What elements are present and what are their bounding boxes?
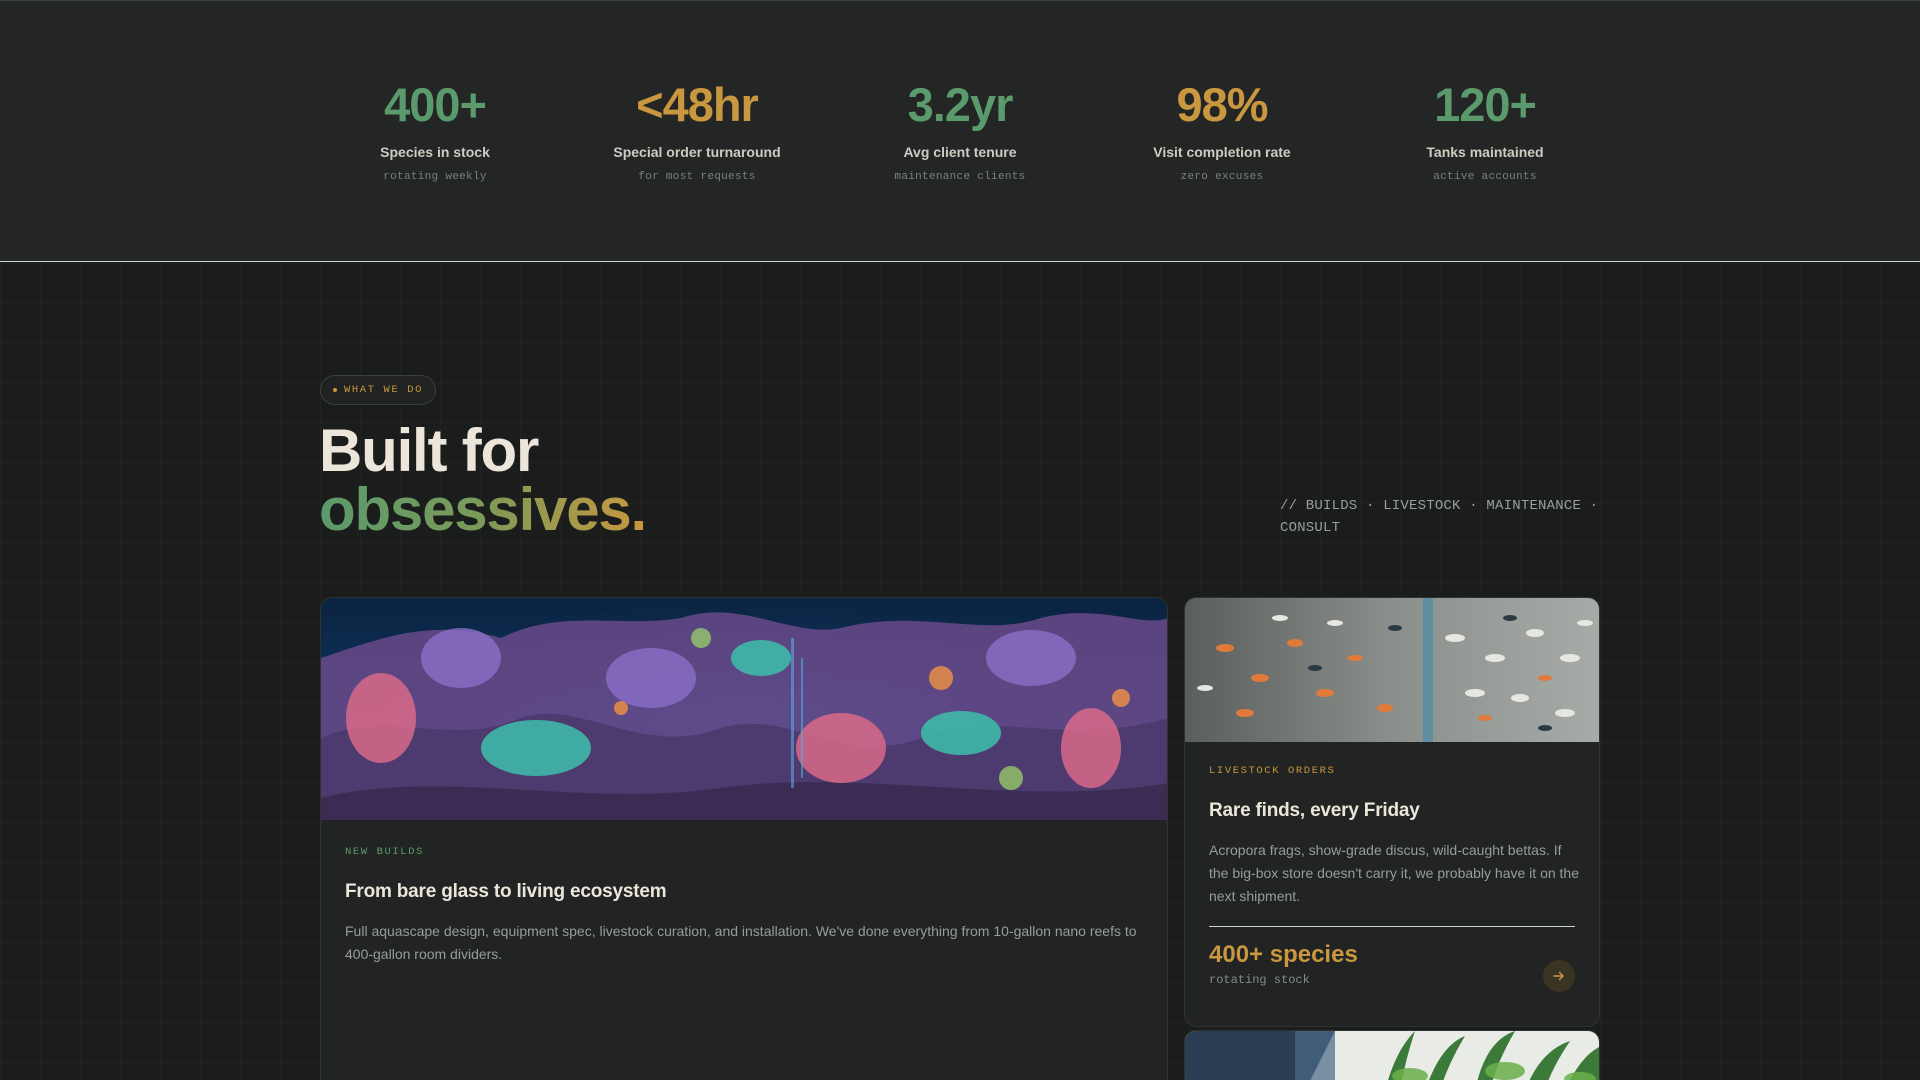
stat-label: Tanks maintained [1426, 144, 1544, 160]
stats-band: 400+ Species in stock rotating weekly <4… [0, 1, 1920, 262]
stat-value: 98% [1176, 78, 1268, 131]
fish-tank-image [1185, 598, 1599, 742]
livestock-arrow-button[interactable] [1543, 960, 1575, 992]
stat-label: Visit completion rate [1153, 144, 1291, 160]
section-tagline: // BUILDS · LIVESTOCK · MAINTENANCE · CO… [1280, 498, 1599, 536]
headline-line-1: Built for [319, 417, 539, 484]
card-kicker: LIVESTOCK ORDERS [1209, 765, 1336, 777]
stat-value: 3.2yr [907, 78, 1014, 131]
stat-value: <48hr [636, 78, 759, 131]
stat-note: rotating weekly [383, 171, 487, 183]
stat-note: zero excuses [1180, 171, 1264, 183]
card-stat-value: 400+ species [1209, 941, 1358, 968]
card-description: Acropora frags, show-grade discus, wild-… [1209, 842, 1579, 904]
stat-turnaround: <48hr Special order turnaround for most … [567, 78, 827, 184]
stat-tanks: 120+ Tanks maintained active accounts [1355, 78, 1615, 184]
what-we-do-section: WHAT WE DO Built for obsessives. // BUIL… [0, 263, 1920, 1080]
coral-reef-image [321, 598, 1167, 820]
stat-note: maintenance clients [894, 171, 1026, 183]
stat-label: Special order turnaround [613, 144, 781, 160]
stat-note: for most requests [638, 171, 756, 183]
card-title: Rare finds, every Friday [1209, 800, 1420, 821]
card-stat-note: rotating stock [1209, 973, 1310, 987]
planted-tank-image [1185, 1031, 1599, 1080]
stat-label: Species in stock [380, 144, 490, 160]
stat-label: Avg client tenure [903, 144, 1017, 160]
card-title: From bare glass to living ecosystem [345, 881, 667, 902]
arrow-right-icon [1553, 971, 1564, 981]
stat-note: active accounts [1433, 171, 1537, 183]
stat-value: 120+ [1434, 78, 1537, 131]
section-headline: Built for obsessives. [319, 417, 647, 543]
headline-line-2: obsessives. [319, 476, 647, 543]
section-eyebrow-badge: WHAT WE DO [320, 375, 437, 405]
stat-completion: 98% Visit completion rate zero excuses [1092, 78, 1352, 184]
stat-species: 400+ Species in stock rotating weekly [305, 78, 565, 184]
card-new-builds[interactable]: NEW BUILDS From bare glass to living eco… [320, 597, 1168, 1080]
card-livestock-orders[interactable]: LIVESTOCK ORDERS Rare finds, every Frida… [1184, 597, 1600, 1027]
stat-tenure: 3.2yr Avg client tenure maintenance clie… [830, 78, 1090, 184]
card-maintenance[interactable] [1184, 1030, 1600, 1080]
card-divider [1209, 926, 1575, 927]
card-kicker: NEW BUILDS [345, 846, 425, 858]
eyebrow-label: WHAT WE DO [344, 384, 424, 396]
dot-icon [333, 388, 337, 392]
stat-value: 400+ [384, 78, 487, 131]
card-description: Full aquascape design, equipment spec, l… [345, 923, 1137, 962]
